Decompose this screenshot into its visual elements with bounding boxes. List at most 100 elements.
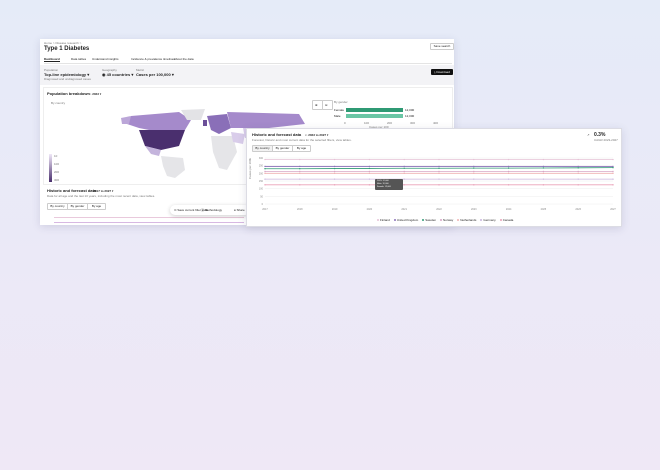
data-point[interactable] [264,184,266,186]
data-point[interactable] [368,172,371,175]
historic-tab-by-country[interactable]: By country [47,203,68,210]
data-point[interactable] [333,170,336,173]
data-point[interactable] [299,184,301,186]
data-point[interactable] [403,158,405,161]
legend-item[interactable]: Netherlands [457,218,476,222]
overlay-tab-by-gender[interactable]: By gender [272,145,293,152]
tab-incidence-timelines[interactable]: Incidence & prevalence timelines [131,57,175,61]
line-chart[interactable]: 300 250 200 150 100 50 0 2017 2018 2019 2020 2021 20… [251,156,617,216]
data-point[interactable] [473,165,475,168]
data-point[interactable] [577,167,579,169]
methodology-button[interactable]: ⓘ Methodology [201,208,222,212]
save-search-button[interactable]: Save search [430,43,454,50]
overlay-tab-by-country[interactable]: By country [252,145,273,152]
data-point[interactable] [507,165,510,168]
data-point[interactable] [403,178,405,180]
data-point[interactable] [264,172,266,175]
data-point[interactable] [368,165,371,168]
share-button[interactable]: ● Share [234,208,245,212]
data-point[interactable] [368,170,371,173]
historic-tab-by-age[interactable]: By age [87,203,106,210]
data-point[interactable] [299,172,301,175]
data-point[interactable] [473,167,475,169]
legend-item[interactable]: Finland [377,218,390,222]
breakdown-year-select[interactable]: in 2023 ▾ [89,92,101,96]
data-point[interactable] [333,158,336,161]
data-point[interactable] [438,158,440,161]
breadcrumb-disease-research[interactable]: Disease research [55,41,78,45]
data-point[interactable] [612,172,614,175]
data-point[interactable] [473,178,475,180]
data-point[interactable] [333,167,336,170]
data-point[interactable] [507,184,510,186]
data-point[interactable] [368,158,371,161]
historic-tab-by-gender[interactable]: By gender [67,203,88,210]
data-point[interactable] [577,184,579,186]
overlay-range-select[interactable]: in 2023 to 2027 ▾ [305,133,328,137]
data-point[interactable] [473,158,475,161]
data-point[interactable] [264,178,266,180]
gender-bar-female[interactable] [346,108,403,112]
data-point[interactable] [299,170,301,173]
data-point[interactable] [612,170,614,173]
data-point[interactable] [438,184,440,186]
data-point[interactable] [542,167,545,169]
data-point[interactable] [403,184,405,186]
data-point[interactable] [264,165,266,168]
data-point[interactable] [542,184,545,186]
data-point[interactable] [299,168,301,170]
tab-dashboard[interactable]: Dashboard [44,57,60,62]
data-point[interactable] [333,165,336,168]
data-point[interactable] [507,178,510,180]
data-point[interactable] [368,178,371,180]
tab-about-data[interactable]: About the data [174,57,194,61]
data-point[interactable] [473,172,475,175]
data-point[interactable] [403,165,405,168]
legend-item[interactable]: United Kingdom [393,218,418,222]
data-point[interactable] [542,170,545,173]
data-point[interactable] [507,172,510,175]
legend-item[interactable]: Norway [440,218,453,222]
tab-data-tables[interactable]: Data tables [71,57,86,61]
data-point[interactable] [438,167,440,169]
data-point[interactable] [299,178,301,180]
data-point[interactable] [612,165,614,168]
data-point[interactable] [333,178,336,180]
metric-select[interactable]: Cases per 100,000 ▾ [136,72,174,77]
data-point[interactable] [438,165,440,168]
geography-select[interactable]: ◉ 45 countries ▾ [102,72,133,77]
data-point[interactable] [612,158,614,161]
data-point[interactable] [577,170,579,173]
data-point[interactable] [473,184,475,186]
download-button[interactable]: ⤓ Download [431,69,453,75]
data-point[interactable] [577,165,579,168]
data-point[interactable] [612,184,614,186]
data-point[interactable] [299,158,301,161]
data-point[interactable] [507,158,510,161]
overlay-tab-by-age[interactable]: By age [292,145,311,152]
data-point[interactable] [507,167,510,169]
historic-range-select[interactable]: in 2017 to 2027 ▾ [90,189,113,193]
data-point[interactable] [438,172,440,175]
data-point[interactable] [542,158,545,161]
breadcrumb-home[interactable]: Home [44,41,52,45]
data-point[interactable] [577,172,579,175]
data-point[interactable] [507,170,510,173]
data-point[interactable] [612,178,614,180]
legend-item[interactable]: Germany [480,218,496,222]
tab-understand-insights[interactable]: Understand insights [92,57,119,61]
data-point[interactable] [333,172,336,175]
data-point[interactable] [368,167,371,170]
legend-item[interactable]: Canada [499,218,513,222]
data-point[interactable] [403,167,405,169]
legend-item[interactable]: Sweden [422,218,436,222]
data-point[interactable] [403,172,405,175]
data-point[interactable] [333,184,336,186]
data-point[interactable] [577,178,579,180]
data-point[interactable] [299,165,301,168]
data-point[interactable] [264,170,266,173]
data-point[interactable] [542,172,545,175]
data-point[interactable] [264,158,266,161]
data-point[interactable] [542,165,545,168]
data-point[interactable] [473,170,475,173]
